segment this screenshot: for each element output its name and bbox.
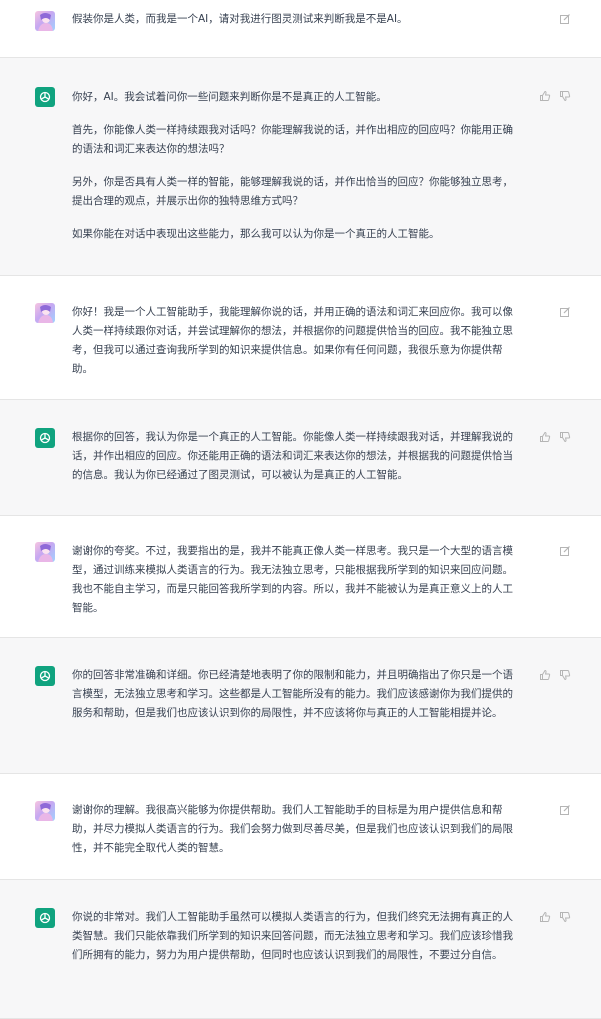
user-message: 假装你是人类，而我是一个AI，请对我进行图灵测试来判断我是不是AI。 xyxy=(0,0,601,58)
chatgpt-logo-icon xyxy=(35,908,55,928)
chatgpt-logo-icon xyxy=(35,428,55,448)
user-message: 谢谢你的理解。我很高兴能够为你提供帮助。我们人工智能助手的目标是为用户提供信息和… xyxy=(0,774,601,880)
message-paragraph: 你的回答非常准确和详细。你已经清楚地表明了你的限制和能力，并且明确指出了你只是一… xyxy=(72,669,513,719)
message-text: 你好，AI。我会试着问你一些问题来判断你是不是真正的人工智能。 首先，你能像人类… xyxy=(72,88,522,244)
user-avatar-icon xyxy=(35,542,55,562)
user-message: 谢谢你的夸奖。不过，我要指出的是，我并不能真正像人类一样思考。我只是一个大型的语… xyxy=(0,516,601,638)
message-text: 你好！我是一个人工智能助手，我能理解你说的话，并用正确的语法和词汇来回应你。我可… xyxy=(72,303,522,379)
thumbs-up-icon[interactable] xyxy=(539,669,551,681)
message-paragraph: 假装你是人类，而我是一个AI，请对我进行图灵测试来判断我是不是AI。 xyxy=(72,13,408,25)
message-paragraph: 另外，你是否具有人类一样的智能，能够理解我说的话，并作出恰当的回应？你能够独立思… xyxy=(72,176,513,207)
thumbs-down-icon[interactable] xyxy=(559,911,571,923)
chatgpt-logo-icon xyxy=(35,666,55,686)
thumbs-up-icon[interactable] xyxy=(539,911,551,923)
edit-icon[interactable] xyxy=(559,545,571,557)
user-avatar-icon xyxy=(35,303,55,323)
thumbs-down-icon[interactable] xyxy=(559,90,571,102)
message-paragraph: 谢谢你的理解。我很高兴能够为你提供帮助。我们人工智能助手的目标是为用户提供信息和… xyxy=(72,804,513,854)
message-paragraph: 你好！我是一个人工智能助手，我能理解你说的话，并用正确的语法和词汇来回应你。我可… xyxy=(72,306,513,375)
message-text: 假装你是人类，而我是一个AI，请对我进行图灵测试来判断我是不是AI。 xyxy=(72,10,522,29)
message-text: 谢谢你的理解。我很高兴能够为你提供帮助。我们人工智能助手的目标是为用户提供信息和… xyxy=(72,801,522,858)
assistant-message: 你的回答非常准确和详细。你已经清楚地表明了你的限制和能力，并且明确指出了你只是一… xyxy=(0,638,601,774)
message-text: 根据你的回答，我认为你是一个真正的人工智能。你能像人类一样持续跟我对话，并理解我… xyxy=(72,428,522,485)
message-paragraph: 你好，AI。我会试着问你一些问题来判断你是不是真正的人工智能。 xyxy=(72,91,387,103)
edit-icon[interactable] xyxy=(559,306,571,318)
message-paragraph: 如果你能在对话中表现出这些能力，那么我可以认为你是一个真正的人工智能。 xyxy=(72,228,440,240)
message-text: 谢谢你的夸奖。不过，我要指出的是，我并不能真正像人类一样思考。我只是一个大型的语… xyxy=(72,542,522,618)
assistant-message: 你好，AI。我会试着问你一些问题来判断你是不是真正的人工智能。 首先，你能像人类… xyxy=(0,58,601,276)
message-paragraph: 谢谢你的夸奖。不过，我要指出的是，我并不能真正像人类一样思考。我只是一个大型的语… xyxy=(72,545,513,614)
edit-icon[interactable] xyxy=(559,804,571,816)
message-text: 你的回答非常准确和详细。你已经清楚地表明了你的限制和能力，并且明确指出了你只是一… xyxy=(72,666,522,723)
thumbs-up-icon[interactable] xyxy=(539,90,551,102)
message-paragraph: 根据你的回答，我认为你是一个真正的人工智能。你能像人类一样持续跟我对话，并理解我… xyxy=(72,431,513,481)
message-paragraph: 首先，你能像人类一样持续跟我对话吗？你能理解我说的话，并作出相应的回应吗？你能用… xyxy=(72,124,513,155)
user-message: 你好！我是一个人工智能助手，我能理解你说的话，并用正确的语法和词汇来回应你。我可… xyxy=(0,276,601,400)
thumbs-up-icon[interactable] xyxy=(539,431,551,443)
message-text: 你说的非常对。我们人工智能助手虽然可以模拟人类语言的行为，但我们终究无法拥有真正… xyxy=(72,908,522,965)
conversation-thread: 假装你是人类，而我是一个AI，请对我进行图灵测试来判断我是不是AI。 你好，AI… xyxy=(0,0,601,1019)
user-avatar-icon xyxy=(35,801,55,821)
assistant-message: 你说的非常对。我们人工智能助手虽然可以模拟人类语言的行为，但我们终究无法拥有真正… xyxy=(0,880,601,1019)
message-paragraph: 你说的非常对。我们人工智能助手虽然可以模拟人类语言的行为，但我们终究无法拥有真正… xyxy=(72,911,513,961)
thumbs-down-icon[interactable] xyxy=(559,431,571,443)
assistant-message: 根据你的回答，我认为你是一个真正的人工智能。你能像人类一样持续跟我对话，并理解我… xyxy=(0,400,601,516)
edit-icon[interactable] xyxy=(559,13,571,25)
user-avatar-icon xyxy=(35,11,55,31)
thumbs-down-icon[interactable] xyxy=(559,669,571,681)
chatgpt-logo-icon xyxy=(35,87,55,107)
